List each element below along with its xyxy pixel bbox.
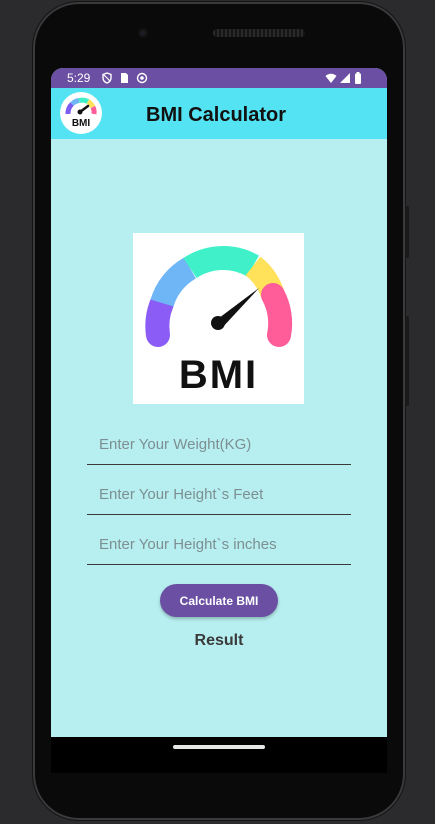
weight-input[interactable] — [99, 436, 345, 453]
app-bar: BMI BMI Calculator — [51, 88, 387, 139]
result-text: Result — [194, 632, 244, 649]
weight-field — [87, 430, 351, 465]
status-bar: 5:29 — [51, 68, 387, 88]
sim-card-icon — [121, 73, 128, 83]
app-title: BMI Calculator — [146, 104, 287, 126]
earpiece-speaker — [213, 29, 305, 37]
inches-field — [87, 530, 351, 565]
bmi-hero-image: BMI — [133, 233, 304, 404]
app-logo[interactable]: BMI — [60, 92, 102, 134]
feet-field — [87, 480, 351, 515]
volume-button — [405, 316, 409, 406]
status-time: 5:29 — [67, 71, 91, 85]
settings-shield-icon — [102, 72, 112, 84]
home-gesture-handle[interactable] — [173, 745, 265, 749]
power-button — [405, 206, 409, 258]
signal-icon — [340, 73, 350, 83]
hero-bmi-label: BMI — [178, 353, 259, 397]
app-logo-text: BMI — [71, 118, 91, 129]
height-inches-input[interactable] — [99, 536, 345, 553]
notification-icon — [136, 72, 148, 84]
front-camera — [138, 28, 148, 38]
app-screen: 5:29 BMI BMI Calculator BMI Enter Your W… — [51, 68, 387, 737]
wifi-icon — [325, 73, 337, 83]
calculate-bmi-button[interactable]: Calculate BMI — [160, 584, 278, 617]
navigation-bar — [51, 737, 387, 773]
battery-icon — [355, 72, 361, 84]
height-feet-input[interactable] — [99, 486, 345, 503]
